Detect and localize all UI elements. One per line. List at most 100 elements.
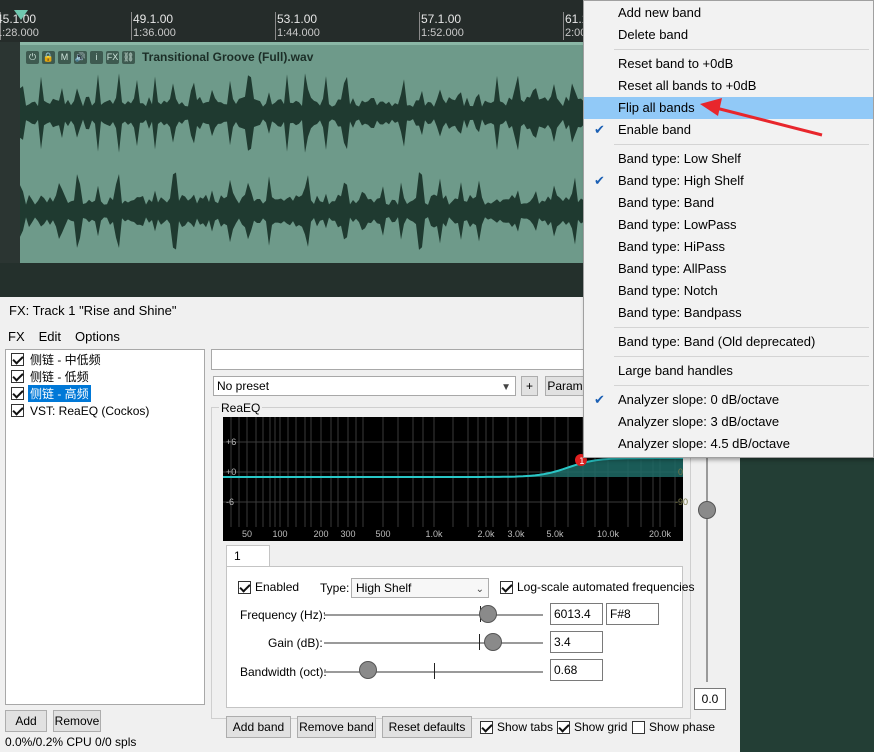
- gain-field[interactable]: 3.4: [550, 631, 603, 653]
- eq-freq-label: 200: [313, 529, 329, 539]
- fx-chain-list[interactable]: 侧链 - 中低频 侧链 - 低频 侧链 - 高频 VST: ReaEQ (Coc…: [5, 349, 205, 705]
- show-tabs-checkbox[interactable]: [480, 720, 493, 734]
- menu-item-delete-band[interactable]: Delete band: [584, 24, 873, 46]
- menu-item-analyzer-slope-0[interactable]: ✔ Analyzer slope: 0 dB/octave: [584, 389, 873, 411]
- menu-item-type-band-old[interactable]: Band type: Band (Old deprecated): [584, 331, 873, 353]
- bandwidth-field[interactable]: 0.68: [550, 659, 603, 681]
- show-grid-checkbox[interactable]: [557, 720, 570, 734]
- menu-item-type-allpass[interactable]: Band type: AllPass: [584, 258, 873, 280]
- remove-fx-button[interactable]: Remove: [53, 710, 101, 732]
- gain-slider-knob[interactable]: [484, 633, 502, 651]
- eq-db-label-right: -90: [675, 497, 689, 507]
- fx-chain-item[interactable]: VST: ReaEQ (Cockos): [6, 402, 204, 419]
- fx-chain-item-name: 侧链 - 中低频: [30, 353, 101, 367]
- ruler-tick: [419, 12, 420, 40]
- fx-enable-checkbox[interactable]: [11, 370, 24, 383]
- menu-item-flip-all-bands[interactable]: Flip all bands: [584, 97, 873, 119]
- ruler-time-label: 1:28.000: [0, 27, 39, 39]
- add-band-button[interactable]: Add band: [226, 716, 291, 738]
- eq-db-label: +6: [226, 437, 237, 447]
- fx-enable-checkbox[interactable]: [11, 387, 24, 400]
- menu-item-type-high-shelf[interactable]: ✔ Band type: High Shelf: [584, 170, 873, 192]
- frequency-slider[interactable]: [324, 614, 543, 616]
- fx-chain-item[interactable]: 侧链 - 中低频: [6, 351, 204, 368]
- menu-item-type-lowpass[interactable]: Band type: LowPass: [584, 214, 873, 236]
- ruler-time-label: 1:44.000: [277, 27, 320, 39]
- menu-options[interactable]: Options: [75, 329, 120, 344]
- menu-item-type-hipass[interactable]: Band type: HiPass: [584, 236, 873, 258]
- menu-item-reset-all-bands[interactable]: Reset all bands to +0dB: [584, 75, 873, 97]
- volume-icon[interactable]: 🔊: [74, 50, 87, 64]
- fx-search-field[interactable]: [211, 349, 591, 370]
- menu-item-reset-band[interactable]: Reset band to +0dB: [584, 53, 873, 75]
- menu-item-large-band-handles[interactable]: Large band handles: [584, 360, 873, 382]
- menu-fx[interactable]: FX: [8, 329, 25, 344]
- menu-item-add-new-band[interactable]: Add new band: [584, 2, 873, 24]
- eq-freq-label: 10.0k: [596, 529, 620, 539]
- fx-enable-checkbox[interactable]: [11, 404, 24, 417]
- frequency-field[interactable]: 6013.4: [550, 603, 603, 625]
- output-gain-slider[interactable]: [706, 457, 708, 682]
- show-tabs-row[interactable]: Show tabs: [480, 720, 553, 734]
- output-gain-knob[interactable]: [698, 501, 716, 519]
- eq-band-handle-label: 1: [579, 457, 585, 467]
- show-grid-row[interactable]: Show grid: [557, 720, 627, 734]
- lock-icon[interactable]: 🔒: [42, 50, 55, 64]
- show-phase-checkbox[interactable]: [632, 720, 645, 734]
- frequency-slider-knob[interactable]: [479, 605, 497, 623]
- menu-item-label: Band type: Low Shelf: [618, 151, 741, 166]
- media-item[interactable]: ⏻ 🔒 M 🔊 i FX ⛓ Transitional Groove (Full…: [20, 42, 620, 263]
- info-icon[interactable]: i: [90, 50, 103, 64]
- fx-chain-item[interactable]: 侧链 - 高频: [6, 385, 204, 402]
- menu-item-analyzer-slope-4-5[interactable]: Analyzer slope: 4.5 dB/octave: [584, 433, 873, 455]
- menu-item-type-notch[interactable]: Band type: Notch: [584, 280, 873, 302]
- menu-item-type-band[interactable]: Band type: Band: [584, 192, 873, 214]
- menu-item-label: Add new band: [618, 5, 702, 20]
- logscale-checkbox[interactable]: [500, 580, 513, 594]
- logscale-checkbox-row[interactable]: Log-scale automated frequencies: [500, 580, 694, 594]
- fx-chain-item[interactable]: 侧链 - 低频: [6, 368, 204, 385]
- param-button[interactable]: Param: [545, 376, 585, 396]
- menu-separator: [614, 327, 869, 328]
- add-fx-button[interactable]: Add: [5, 710, 47, 732]
- remove-band-button[interactable]: Remove band: [297, 716, 376, 738]
- band-type-select[interactable]: High Shelf ⌄: [351, 578, 489, 598]
- eq-db-label-right: 0: [678, 467, 684, 477]
- tab-band-1[interactable]: 1: [226, 545, 270, 567]
- output-gain-field[interactable]: 0.0: [694, 688, 726, 710]
- menu-item-label: Analyzer slope: 3 dB/octave: [618, 414, 780, 429]
- menu-item-type-low-shelf[interactable]: Band type: Low Shelf: [584, 148, 873, 170]
- menu-edit[interactable]: Edit: [39, 329, 61, 344]
- eq-freq-label: 500: [375, 529, 391, 539]
- item-fx-button[interactable]: FX: [106, 50, 119, 64]
- preset-select[interactable]: No preset ▼: [213, 376, 516, 396]
- note-field[interactable]: F#8: [606, 603, 659, 625]
- enabled-checkbox[interactable]: [238, 580, 251, 594]
- enabled-checkbox-row[interactable]: Enabled: [238, 580, 299, 594]
- menu-item-label: Band type: Band: [618, 195, 715, 210]
- ruler-bar-label: 57.1.00: [421, 12, 462, 26]
- gain-default-mark: [479, 634, 480, 650]
- menu-item-label: Delete band: [618, 27, 689, 42]
- media-item-name: Transitional Groove (Full).wav: [142, 50, 314, 64]
- show-phase-row[interactable]: Show phase: [632, 720, 715, 734]
- menu-item-label: Large band handles: [618, 363, 733, 378]
- fx-enable-checkbox[interactable]: [11, 353, 24, 366]
- link-icon[interactable]: ⛓: [122, 50, 135, 64]
- bandwidth-default-mark: [434, 663, 435, 679]
- eq-freq-label: 20.0k: [648, 529, 672, 539]
- power-icon[interactable]: ⏻: [26, 50, 39, 64]
- preset-menu-button[interactable]: +: [521, 376, 538, 396]
- menu-item-enable-band[interactable]: ✔ Enable band: [584, 119, 873, 141]
- gain-slider[interactable]: [324, 642, 543, 644]
- bandwidth-slider-knob[interactable]: [359, 661, 377, 679]
- menu-item-label: Band type: AllPass: [618, 261, 727, 276]
- reset-defaults-button[interactable]: Reset defaults: [382, 716, 472, 738]
- menu-item-label: Analyzer slope: 4.5 dB/octave: [618, 436, 790, 451]
- menu-separator: [614, 144, 869, 145]
- menu-item-type-bandpass[interactable]: Band type: Bandpass: [584, 302, 873, 324]
- menu-item-analyzer-slope-3[interactable]: Analyzer slope: 3 dB/octave: [584, 411, 873, 433]
- ruler-time-label: 1:52.000: [421, 27, 464, 39]
- mute-button[interactable]: M: [58, 50, 71, 64]
- chevron-down-icon: ▼: [501, 382, 511, 393]
